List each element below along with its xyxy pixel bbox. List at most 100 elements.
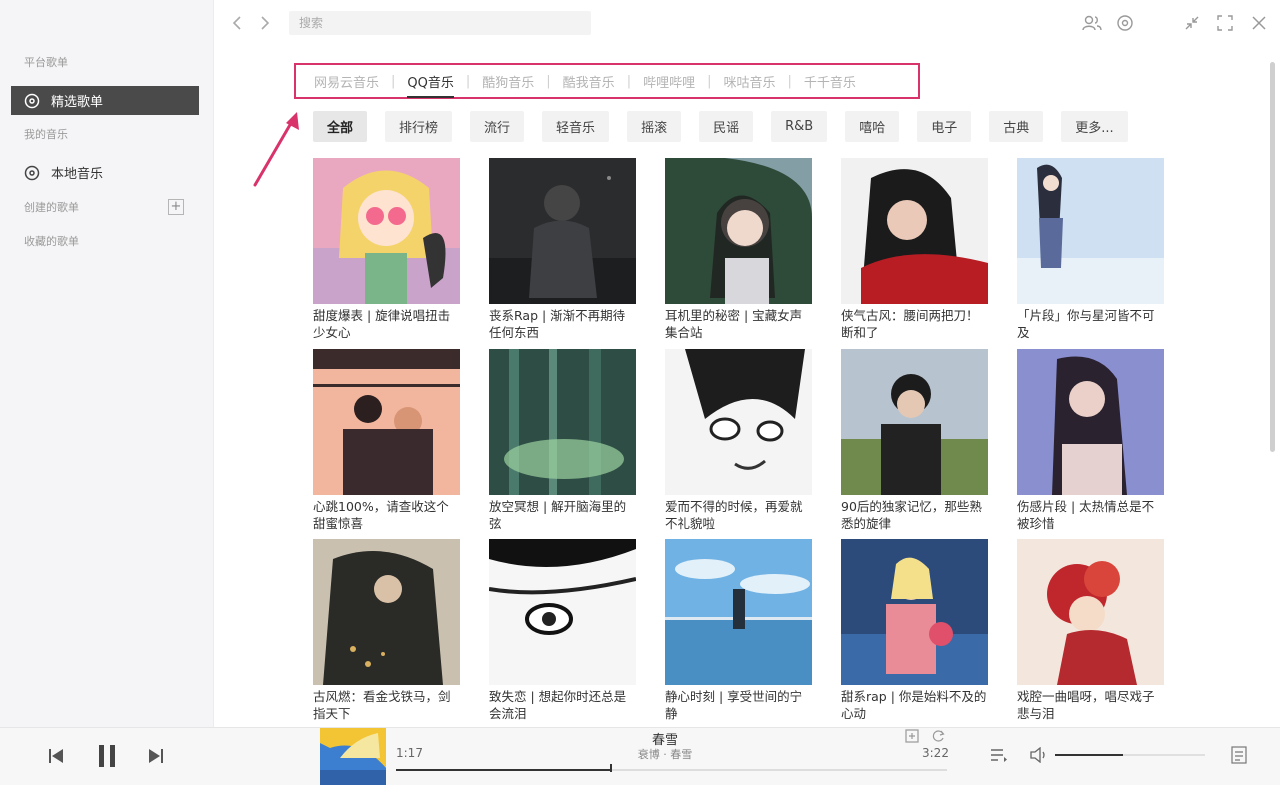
category-rnb[interactable]: R&B bbox=[771, 111, 828, 142]
playlist-cover[interactable] bbox=[665, 158, 812, 304]
category-rock[interactable]: 摇滚 bbox=[627, 111, 682, 142]
total-time: 3:22 bbox=[922, 746, 949, 760]
playlist-title[interactable]: 甜系rap | 你是始料不及的心动 bbox=[841, 688, 988, 722]
playlist-card[interactable]: 古风燃：看金戈铁马，剑指天下 bbox=[313, 539, 460, 724]
category-pop[interactable]: 流行 bbox=[470, 111, 525, 142]
playlist-card[interactable]: 90后的独家记忆，那些熟悉的旋律 bbox=[841, 348, 988, 534]
playlist-title[interactable]: 戏腔一曲唱呀，唱尽戏子悲与泪 bbox=[1017, 688, 1164, 722]
song-artist: 衰博 · 春雪 bbox=[637, 748, 693, 761]
tab-kugou[interactable]: 酷狗音乐 bbox=[482, 72, 534, 91]
settings-icon[interactable] bbox=[1114, 12, 1136, 34]
playlist-title[interactable]: 心跳100%，请查收这个甜蜜惊喜 bbox=[313, 498, 460, 532]
album-art[interactable] bbox=[320, 728, 386, 785]
tab-separator: | bbox=[546, 73, 551, 89]
playlist-cover[interactable] bbox=[489, 348, 636, 495]
playlist-title[interactable]: 90后的独家记忆，那些熟悉的旋律 bbox=[841, 498, 988, 532]
playlist-title[interactable]: 耳机里的秘密 | 宝藏女声集合站 bbox=[665, 307, 812, 341]
tab-kuwo[interactable]: 酷我音乐 bbox=[563, 72, 615, 91]
volume-slider[interactable] bbox=[1055, 754, 1205, 756]
sidebar-item-featured[interactable]: 精选歌单 bbox=[11, 86, 199, 115]
playlist-title[interactable]: 甜度爆表 | 旋律说唱扭击少女心 bbox=[313, 307, 460, 341]
playlist-title[interactable]: 放空冥想 | 解开脑海里的弦 bbox=[489, 498, 636, 532]
playlist-card[interactable]: 丧系Rap | 渐渐不再期待任何东西 bbox=[489, 158, 636, 343]
playlist-title[interactable]: 侠气古风：腰间两把刀！断和了 bbox=[841, 307, 988, 341]
playlist-cover[interactable] bbox=[313, 539, 460, 686]
volume-icon[interactable] bbox=[1028, 744, 1050, 766]
playlist-card[interactable]: 伤感片段 | 太热情总是不被珍惜 bbox=[1017, 348, 1164, 534]
previous-icon[interactable] bbox=[46, 746, 66, 766]
category-folk[interactable]: 民谣 bbox=[699, 111, 754, 142]
playlist-title[interactable]: 致失恋 | 想起你时还总是会流泪 bbox=[489, 688, 636, 722]
playlist-card[interactable]: 放空冥想 | 解开脑海里的弦 bbox=[489, 348, 636, 534]
playlist-card[interactable]: 甜系rap | 你是始料不及的心动 bbox=[841, 539, 988, 724]
disc-icon bbox=[24, 93, 40, 109]
sidebar-section-platform: 平台歌单 bbox=[24, 56, 68, 69]
minimize-icon[interactable] bbox=[1181, 12, 1203, 34]
playlist-cover[interactable] bbox=[841, 158, 988, 304]
playlist-card[interactable]: 静心时刻 | 享受世间的宁静 bbox=[665, 539, 812, 724]
category-all[interactable]: 全部 bbox=[313, 111, 368, 142]
playlist-card[interactable]: 「片段」你与星河皆不可及 bbox=[1017, 158, 1164, 343]
playlist-cover[interactable] bbox=[841, 539, 988, 686]
category-charts[interactable]: 排行榜 bbox=[385, 111, 453, 142]
playlist-cover[interactable] bbox=[1017, 158, 1164, 304]
category-electronic[interactable]: 电子 bbox=[917, 111, 972, 142]
playlist-cover[interactable] bbox=[1017, 539, 1164, 686]
playlist-cover[interactable] bbox=[665, 539, 812, 686]
category-hiphop[interactable]: 嘻哈 bbox=[845, 111, 900, 142]
platform-tabs: 网易云音乐 | QQ音乐 | 酷狗音乐 | 酷我音乐 | 哔哩哔哩 | 咪咕音乐… bbox=[294, 63, 920, 99]
playlist-card[interactable]: 爱而不得的时候，再爱就不礼貌啦 bbox=[665, 348, 812, 534]
maximize-icon[interactable] bbox=[1214, 12, 1236, 34]
playlist-cover[interactable] bbox=[841, 348, 988, 495]
playlist-cover[interactable] bbox=[489, 158, 636, 304]
playlist-title[interactable]: 丧系Rap | 渐渐不再期待任何东西 bbox=[489, 307, 636, 341]
tab-migu[interactable]: 咪咕音乐 bbox=[723, 72, 775, 91]
playlist-cover[interactable] bbox=[313, 348, 460, 495]
playlist-card[interactable]: 甜度爆表 | 旋律说唱扭击少女心 bbox=[313, 158, 460, 343]
annotation-arrow bbox=[253, 112, 299, 187]
tab-separator: | bbox=[787, 73, 792, 89]
tab-bilibili[interactable]: 哔哩哔哩 bbox=[643, 72, 695, 91]
playlist-cover[interactable] bbox=[489, 539, 636, 686]
sidebar-section-created: 创建的歌单 bbox=[24, 201, 79, 214]
playlist-card[interactable]: 心跳100%，请查收这个甜蜜惊喜 bbox=[313, 348, 460, 534]
lyrics-icon[interactable] bbox=[1228, 744, 1250, 766]
tab-qianqian[interactable]: 千千音乐 bbox=[804, 72, 856, 91]
playlist-cover[interactable] bbox=[1017, 348, 1164, 495]
tab-separator: | bbox=[707, 73, 712, 89]
pause-icon[interactable] bbox=[94, 742, 120, 770]
progress-handle[interactable] bbox=[609, 764, 612, 772]
category-more[interactable]: 更多... bbox=[1061, 111, 1128, 142]
user-icon[interactable] bbox=[1081, 12, 1103, 34]
playlist-card[interactable]: 致失恋 | 想起你时还总是会流泪 bbox=[489, 539, 636, 724]
scrollbar-thumb[interactable] bbox=[1270, 62, 1275, 452]
playlist-grid: 甜度爆表 | 旋律说唱扭击少女心 丧系Rap | 渐渐不再期待任何东西 耳机里的… bbox=[313, 158, 1169, 724]
playlist-title[interactable]: 爱而不得的时候，再爱就不礼貌啦 bbox=[665, 498, 812, 532]
sidebar-item-local[interactable]: 本地音乐 bbox=[11, 158, 199, 187]
playlist-card[interactable]: 耳机里的秘密 | 宝藏女声集合站 bbox=[665, 158, 812, 343]
repeat-icon[interactable] bbox=[930, 728, 946, 744]
category-classical[interactable]: 古典 bbox=[989, 111, 1044, 142]
playlist-title[interactable]: 「片段」你与星河皆不可及 bbox=[1017, 307, 1164, 341]
playlist-cover[interactable] bbox=[313, 158, 460, 304]
next-icon[interactable] bbox=[146, 746, 166, 766]
playlist-queue-icon[interactable] bbox=[988, 744, 1010, 766]
progress-bar[interactable] bbox=[396, 764, 947, 772]
playlist-cover[interactable] bbox=[665, 348, 812, 495]
add-to-playlist-icon[interactable] bbox=[904, 728, 920, 744]
playlist-card[interactable]: 侠气古风：腰间两把刀！断和了 bbox=[841, 158, 988, 343]
back-icon[interactable] bbox=[227, 13, 247, 33]
scrollbar[interactable] bbox=[1268, 48, 1278, 726]
forward-icon[interactable] bbox=[255, 13, 275, 33]
playlist-title[interactable]: 静心时刻 | 享受世间的宁静 bbox=[665, 688, 812, 722]
playlist-title[interactable]: 古风燃：看金戈铁马，剑指天下 bbox=[313, 688, 460, 722]
search-input[interactable] bbox=[289, 11, 591, 35]
playlist-card[interactable]: 戏腔一曲唱呀，唱尽戏子悲与泪 bbox=[1017, 539, 1164, 724]
sidebar-section-my-music: 我的音乐 bbox=[24, 128, 68, 141]
playlist-title[interactable]: 伤感片段 | 太热情总是不被珍惜 bbox=[1017, 498, 1164, 532]
tab-qq-music[interactable]: QQ音乐 bbox=[407, 72, 455, 98]
category-light[interactable]: 轻音乐 bbox=[542, 111, 610, 142]
tab-netease[interactable]: 网易云音乐 bbox=[314, 72, 379, 91]
add-playlist-icon[interactable]: + bbox=[168, 199, 184, 215]
close-icon[interactable] bbox=[1248, 12, 1270, 34]
